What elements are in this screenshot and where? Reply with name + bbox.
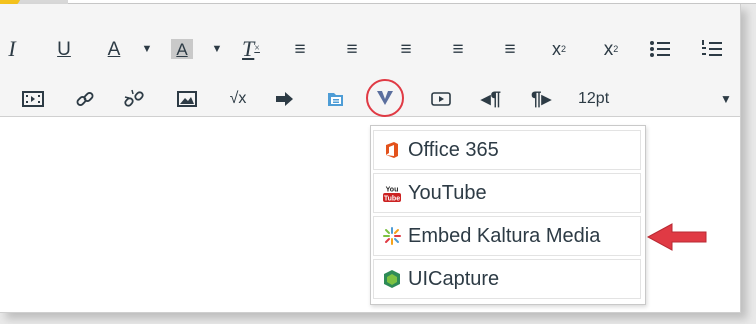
image-button[interactable] <box>176 86 198 112</box>
superscript-label: x <box>551 39 561 59</box>
menu-item-office-365[interactable]: Office 365 <box>373 130 641 170</box>
play-box-icon <box>431 92 451 106</box>
menu-item-embed-kaltura-media[interactable]: Embed Kaltura Media <box>373 216 641 256</box>
font-color-button[interactable]: A <box>104 36 124 62</box>
align-center-button[interactable]: ≡ <box>340 36 364 62</box>
external-tools-menu: Office 365 You Tube YouTube Embed Kaltura… <box>370 125 646 305</box>
clear-formatting-label: T <box>242 36 255 61</box>
italic-label: I <box>8 36 16 61</box>
background-color-swatch: A <box>171 39 193 59</box>
svg-text:You: You <box>386 187 399 194</box>
unlink-button[interactable] <box>122 86 146 112</box>
film-icon <box>22 91 44 107</box>
bullet-list-icon <box>650 41 670 57</box>
align-right-button[interactable]: ≡ <box>394 36 418 62</box>
embed-button[interactable] <box>274 86 296 112</box>
bullet-list-button[interactable] <box>648 36 672 62</box>
documents-icon <box>328 93 343 106</box>
red-arrow-icon <box>646 223 707 251</box>
background-color-button[interactable]: A <box>170 36 194 62</box>
subscript-button[interactable]: x2 <box>596 36 626 62</box>
background-color-caret-icon[interactable]: ▼ <box>210 36 224 62</box>
outdent-button[interactable]: ≡ <box>446 36 470 62</box>
documents-button[interactable] <box>324 86 346 112</box>
font-size-value: 12pt <box>578 90 610 107</box>
menu-item-label: Embed Kaltura Media <box>408 224 601 247</box>
link-button[interactable] <box>74 86 96 112</box>
numbered-list-button[interactable] <box>700 36 724 62</box>
subscript-mark: 2 <box>613 43 619 54</box>
chevron-down-icon <box>377 91 393 105</box>
external-tools-button[interactable] <box>366 79 404 117</box>
ltr-paragraph-icon: ◂¶ <box>480 88 502 110</box>
align-right-label: ≡ <box>400 38 412 60</box>
media-button[interactable] <box>20 86 46 112</box>
rtl-paragraph-icon: ¶▸ <box>530 88 552 110</box>
math-equation-button[interactable]: √x <box>224 86 252 112</box>
embed-arrow-icon <box>276 92 293 106</box>
rich-text-editor: I U A ▼ A ▼ T × ≡ ≡ ≡ ≡ ≡ x2 x2 √x ◂¶ ¶▸… <box>0 4 741 313</box>
background-color-label: A <box>176 39 188 59</box>
editor-toolbar: I U A ▼ A ▼ T × ≡ ≡ ≡ ≡ ≡ x2 x2 √x ◂¶ ¶▸… <box>0 4 740 117</box>
underline-label: U <box>57 38 71 60</box>
indent-label: ≡ <box>504 38 516 60</box>
superscript-button[interactable]: x2 <box>544 36 574 62</box>
svg-text:Tube: Tube <box>384 196 400 203</box>
clear-formatting-button[interactable]: T × <box>240 36 262 62</box>
kaltura-icon <box>382 226 402 246</box>
font-color-label: A <box>107 38 121 60</box>
superscript-mark: 2 <box>560 43 566 54</box>
record-media-button[interactable] <box>430 86 452 112</box>
font-size-caret-icon[interactable]: ▼ <box>720 92 732 106</box>
ltr-button[interactable]: ◂¶ <box>480 86 502 112</box>
italic-button[interactable]: I <box>4 36 20 62</box>
numbered-list-icon <box>702 40 722 56</box>
font-size-select[interactable]: 12pt <box>578 90 609 108</box>
unlink-icon <box>124 89 144 107</box>
menu-item-label: Office 365 <box>408 138 499 161</box>
youtube-icon: You Tube <box>382 183 402 203</box>
font-color-caret-icon[interactable]: ▼ <box>140 36 154 62</box>
menu-item-youtube[interactable]: You Tube YouTube <box>373 173 641 213</box>
menu-item-label: YouTube <box>408 181 487 204</box>
menu-item-uicapture[interactable]: UICapture <box>373 259 641 299</box>
align-left-button[interactable]: ≡ <box>288 36 312 62</box>
align-left-label: ≡ <box>294 38 306 60</box>
indent-button[interactable]: ≡ <box>498 36 522 62</box>
align-center-label: ≡ <box>346 38 358 60</box>
outdent-label: ≡ <box>452 38 464 60</box>
link-icon <box>76 92 94 106</box>
rtl-button[interactable]: ¶▸ <box>530 86 552 112</box>
office-365-icon <box>382 140 402 160</box>
menu-item-label: UICapture <box>408 267 500 290</box>
uicapture-icon <box>382 269 402 289</box>
subscript-label: x <box>603 38 614 60</box>
image-icon <box>177 91 197 107</box>
underline-button[interactable]: U <box>54 36 74 62</box>
